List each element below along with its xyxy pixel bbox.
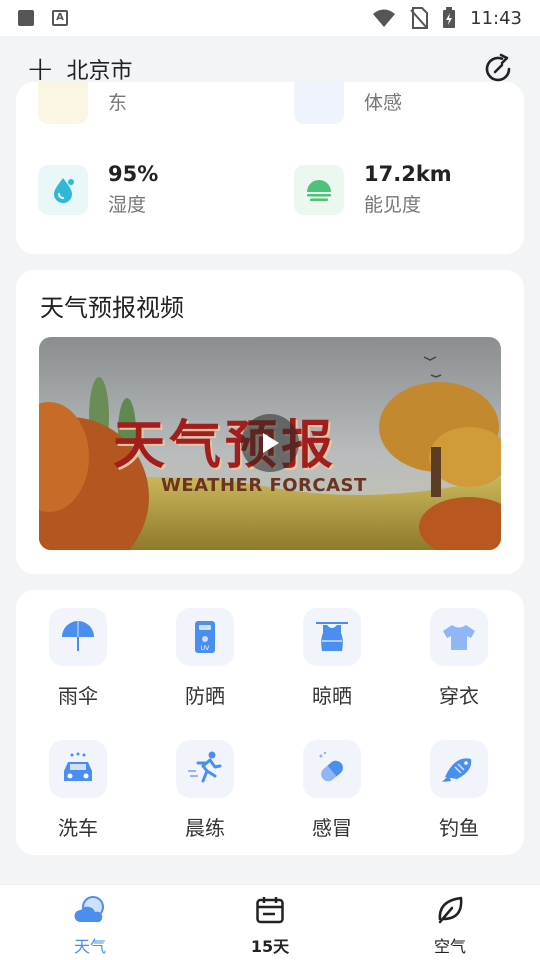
tab-air-label: 空气: [433, 937, 466, 956]
bottom-navigation: 天气 15天 空气: [0, 884, 540, 960]
play-icon: [263, 433, 279, 453]
life-item-sunscreen[interactable]: UV 防晒: [145, 608, 265, 709]
humidity-icon: [38, 164, 88, 215]
add-city-button[interactable]: +: [26, 52, 55, 86]
svg-text:UV: UV: [201, 645, 210, 652]
humidity-label: 湿度: [108, 194, 147, 216]
umbrella-icon: [49, 608, 107, 666]
video-section-title: 天气预报视频: [40, 294, 184, 322]
fish-icon: [430, 740, 488, 798]
life-item-label: 感冒: [312, 816, 352, 840]
laundry-icon: [303, 608, 361, 666]
wifi-icon: [373, 9, 396, 27]
tab-15-days-label: 15天: [250, 937, 290, 956]
humidity-value: 95%: [108, 162, 159, 186]
life-item-morning-run[interactable]: 晨练: [145, 740, 265, 841]
wind-icon: [38, 82, 88, 124]
life-item-label: 晨练: [185, 816, 225, 840]
refresh-icon[interactable]: [482, 53, 514, 85]
metric-wind-partial: 东: [38, 82, 127, 124]
metric-feels-like-partial: 体感: [294, 82, 402, 124]
life-item-label: 穿衣: [439, 684, 479, 708]
clock-time: 11:43: [470, 7, 522, 29]
video-thumbnail[interactable]: 天气预报 WEATHER FORCAST: [39, 337, 501, 550]
tab-15-days[interactable]: 15天: [220, 895, 320, 957]
sunscreen-icon: UV: [176, 608, 234, 666]
clothes-icon: [430, 608, 488, 666]
life-item-label: 防晒: [185, 684, 225, 708]
visibility-value: 17.2km: [364, 162, 452, 186]
life-item-fishing[interactable]: 钓鱼: [399, 740, 519, 841]
running-icon: [176, 740, 234, 798]
car-wash-icon: [49, 740, 107, 798]
life-item-laundry[interactable]: 晾晒: [272, 608, 392, 709]
tab-air[interactable]: 空气: [400, 895, 500, 957]
video-thumb-title-cn: 天气预报: [113, 415, 338, 476]
life-index-card: 雨伞 UV 防晒 晾晒 穿衣 洗车 晨练 感冒 钓鱼: [16, 590, 524, 855]
forecast-video-card: 天气预报视频 天气预报 WEATHER FORCAST: [16, 270, 524, 574]
metric-humidity: 95% 湿度: [38, 162, 158, 217]
thermometer-icon: [294, 82, 344, 124]
a-notification-icon: A: [52, 10, 68, 26]
metric-visibility: 17.2km 能见度: [294, 162, 452, 217]
life-item-car-wash[interactable]: 洗车: [18, 740, 138, 841]
leaf-icon: [438, 896, 463, 924]
life-item-umbrella[interactable]: 雨伞: [18, 608, 138, 709]
city-title[interactable]: 北京市: [67, 53, 133, 85]
life-item-clothes[interactable]: 穿衣: [399, 608, 519, 709]
life-item-label: 晾晒: [312, 684, 352, 708]
weather-details-card: 东 体感 95% 湿度 17.2km 能见度: [16, 82, 524, 254]
tab-weather[interactable]: 天气: [40, 895, 140, 957]
status-bar: A 11:43: [0, 0, 540, 36]
life-item-label: 钓鱼: [439, 816, 479, 840]
metric-label: 体感: [364, 91, 403, 114]
visibility-icon: [294, 164, 344, 215]
metric-label: 东: [108, 91, 128, 114]
life-item-label: 洗车: [58, 816, 98, 840]
pill-icon: [303, 740, 361, 798]
visibility-label: 能见度: [364, 194, 422, 216]
weather-cloud-icon: [74, 896, 104, 922]
notification-icon: [18, 10, 34, 26]
life-item-label: 雨伞: [58, 684, 98, 708]
play-button[interactable]: [241, 414, 299, 472]
tab-weather-label: 天气: [73, 937, 106, 956]
battery-icon: [443, 7, 456, 28]
video-thumb-title-en: WEATHER FORCAST: [161, 475, 367, 496]
life-item-cold[interactable]: 感冒: [272, 740, 392, 841]
no-sim-icon: [410, 7, 429, 29]
calendar-icon: [256, 897, 284, 924]
